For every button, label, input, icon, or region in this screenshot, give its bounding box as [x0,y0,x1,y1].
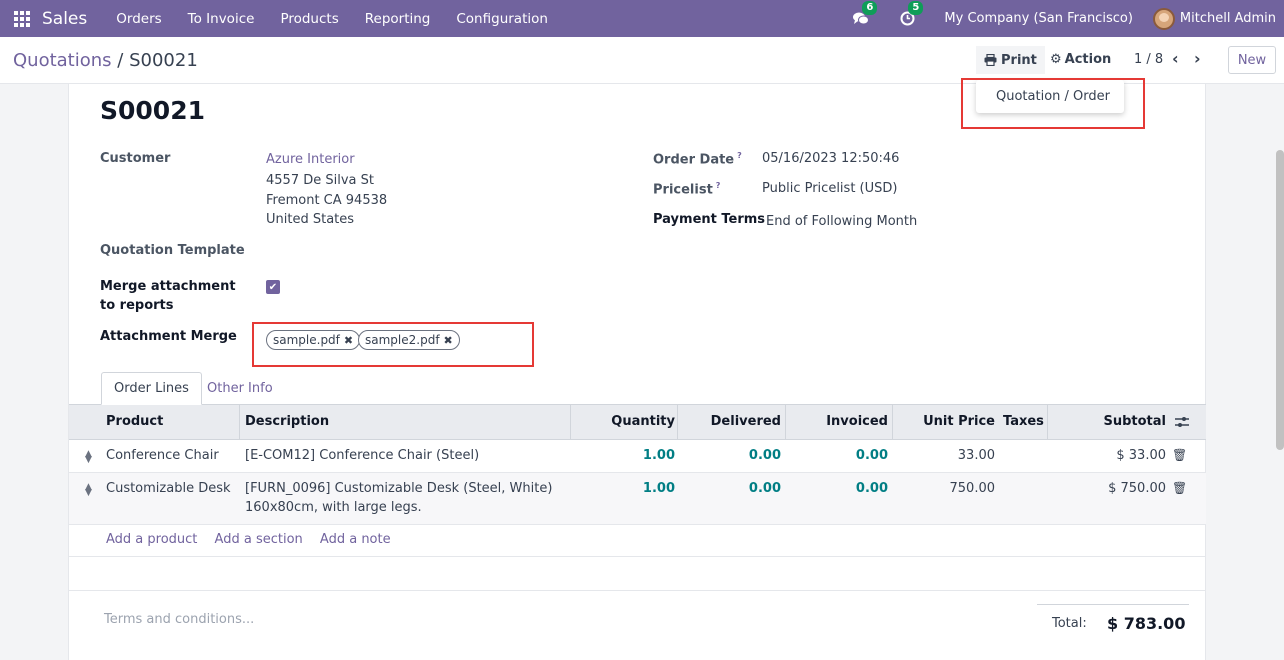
app-brand[interactable]: Sales [42,9,87,29]
print-label: Print [1001,52,1037,68]
new-button[interactable]: New [1228,46,1276,74]
row-delivered[interactable]: 0.00 [749,448,781,463]
tab-order-lines[interactable]: Order Lines [101,372,202,405]
total-value: $ 783.00 [1107,614,1186,633]
pager-previous-icon[interactable]: ‹ [1172,49,1179,68]
add-product-link[interactable]: Add a product [106,532,197,547]
activities-badge: 5 [908,0,924,15]
tab-other-info[interactable]: Other Info [207,381,273,396]
pricelist-value[interactable]: Public Pricelist (USD) [762,181,897,196]
help-question-icon[interactable]: ? [737,151,742,160]
pager-value[interactable]: 1 / 8 [1134,52,1163,67]
menu-to-invoice[interactable]: To Invoice [188,11,255,27]
customer-street: 4557 De Silva St [266,173,374,188]
table-bottom-divider [69,556,1206,557]
scrollbar-thumb[interactable] [1276,150,1284,450]
apps-menu-icon[interactable] [14,10,30,27]
menu-products[interactable]: Products [280,11,338,27]
customer-country: United States [266,212,355,227]
pricelist-label: Pricelist? [653,181,721,198]
row-invoiced[interactable]: 0.00 [856,448,888,463]
payment-terms-label: Payment Terms [653,212,766,227]
order-date-value[interactable]: 05/16/2023 12:50:46 [762,151,899,166]
company-switcher[interactable]: My Company (San Francisco) [944,11,1132,26]
row-delivered[interactable]: 0.00 [749,481,781,496]
row-description[interactable]: [E-COM12] Conference Chair (Steel) [245,448,479,463]
pager-next-icon[interactable]: › [1194,49,1201,68]
highlight-attachment-merge [252,322,534,367]
col-unit-price[interactable]: Unit Price [923,405,995,439]
highlight-print-menu [961,78,1145,129]
table-row[interactable]: ▲ ▼ Conference Chair [E-COM12] Conference… [69,440,1206,473]
drag-handle-icon[interactable]: ▲ ▼ [85,450,92,465]
control-panel: Quotations / S00021 Print ⚙ Action 1 / 8… [0,37,1284,84]
col-delivered[interactable]: Delivered [711,405,781,439]
user-menu[interactable]: Mitchell Admin [1180,11,1276,26]
add-section-link[interactable]: Add a section [215,532,303,547]
add-note-link[interactable]: Add a note [320,532,391,547]
order-date-label: Order Date? [653,151,742,168]
table-row[interactable]: ▲ ▼ Customizable Desk [FURN_0096] Customi… [69,473,1206,525]
terms-divider [69,590,1206,591]
gear-icon: ⚙ [1050,52,1062,67]
merge-attachment-checkbox[interactable]: ✔ [266,280,280,294]
menu-reporting[interactable]: Reporting [365,11,431,27]
row-quantity[interactable]: 1.00 [643,481,675,496]
row-product[interactable]: Conference Chair [106,448,219,463]
top-navbar: Sales Orders To Invoice Products Reporti… [0,0,1284,37]
breadcrumb-quotations[interactable]: Quotations [13,50,112,71]
customer-label: Customer [100,151,171,166]
row-invoiced[interactable]: 0.00 [856,481,888,496]
col-description[interactable]: Description [245,405,329,439]
delete-line-icon[interactable]: 🗑 [1172,481,1187,495]
order-lines-header: Product Description Quantity Delivered I… [69,404,1206,440]
menu-orders[interactable]: Orders [116,11,161,27]
menu-configuration[interactable]: Configuration [456,11,548,27]
customer-name-link[interactable]: Azure Interior [266,152,355,167]
row-product[interactable]: Customizable Desk [106,481,231,496]
messages-icon[interactable]: 6 [852,0,878,28]
row-subtotal: $ 33.00 [1116,448,1166,463]
breadcrumb-separator: / [117,50,124,71]
row-description-line2[interactable]: 160x80cm, with large legs. [245,500,422,515]
col-product[interactable]: Product [106,405,163,439]
help-question-icon[interactable]: ? [716,181,721,190]
user-avatar[interactable] [1152,7,1175,30]
attachment-merge-label: Attachment Merge [100,329,237,344]
activities-clock-icon[interactable]: 5 [898,0,924,28]
action-button[interactable]: ⚙ Action [1050,52,1111,67]
col-invoiced[interactable]: Invoiced [826,405,888,439]
printer-icon [984,54,997,66]
order-name: S00021 [100,96,205,125]
breadcrumb: Quotations / S00021 [13,50,198,71]
payment-terms-value[interactable]: End of Following Month [766,214,917,229]
customer-city: Fremont CA 94538 [266,193,388,208]
col-subtotal[interactable]: Subtotal [1103,405,1166,439]
row-subtotal: $ 750.00 [1108,481,1166,496]
action-label: Action [1064,52,1112,67]
delete-line-icon[interactable]: 🗑 [1172,448,1187,462]
merge-attachment-label: Merge attachment to reports [100,279,236,313]
add-line-links: Add a product Add a section Add a note [106,532,404,547]
messages-badge: 6 [862,0,878,15]
form-sheet: S00021 Customer Azure Interior 4557 De S… [68,84,1206,660]
row-quantity[interactable]: 1.00 [643,448,675,463]
col-taxes[interactable]: Taxes [1003,405,1044,439]
col-quantity[interactable]: Quantity [611,405,675,439]
drag-handle-icon[interactable]: ▲ ▼ [85,483,92,498]
row-unit-price[interactable]: 750.00 [950,481,996,496]
terms-and-conditions-input[interactable]: Terms and conditions... [104,612,254,627]
print-button[interactable]: Print [976,46,1045,74]
total-divider [1037,604,1189,605]
breadcrumb-current: S00021 [129,50,198,71]
row-unit-price[interactable]: 33.00 [958,448,995,463]
quotation-template-label: Quotation Template [100,243,245,258]
total-label: Total: [1052,616,1087,631]
row-description[interactable]: [FURN_0096] Customizable Desk (Steel, Wh… [245,481,552,496]
column-settings-icon[interactable] [1175,405,1189,439]
